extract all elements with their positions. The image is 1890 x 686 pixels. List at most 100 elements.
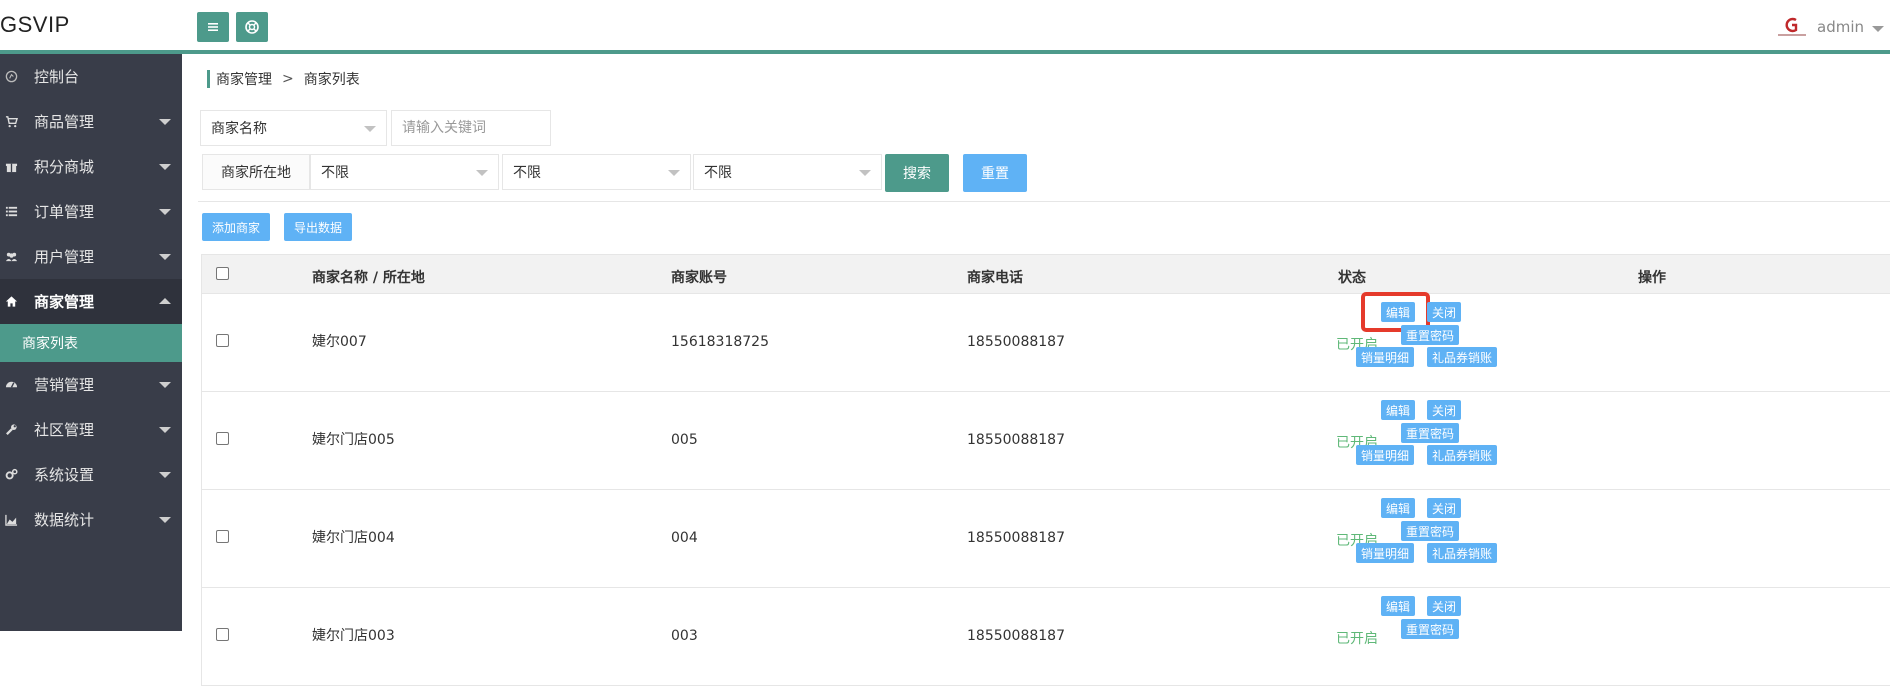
merchant-name: 婕尔门店004	[312, 530, 395, 546]
sidebar-item-orders[interactable]: 订单管理	[0, 189, 182, 234]
row-checkbox[interactable]	[216, 530, 229, 543]
row-actions: 编辑 关闭 重置密码 销量明细 礼品券销账	[1356, 392, 1620, 490]
lifebuoy-icon	[245, 20, 259, 34]
edit-button[interactable]: 编辑	[1381, 302, 1416, 322]
brand-logo-icon	[1778, 17, 1806, 36]
caret-down-icon	[159, 254, 171, 260]
close-button[interactable]: 关闭	[1427, 302, 1462, 322]
voucher-writeoff-button[interactable]: 礼品券销账	[1427, 445, 1498, 465]
refresh-button[interactable]	[236, 12, 268, 42]
search-button[interactable]: 搜索	[885, 154, 949, 192]
sales-detail-button[interactable]: 销量明细	[1356, 543, 1415, 563]
caret-down-icon	[159, 164, 171, 170]
sales-detail-button[interactable]: 销量明细	[1356, 445, 1415, 465]
sidebar-item-label: 系统设置	[34, 466, 95, 484]
sidebar-item-label: 商品管理	[34, 113, 95, 131]
voucher-writeoff-button[interactable]: 礼品券销账	[1427, 347, 1498, 367]
province-value: 不限	[321, 165, 349, 181]
table-row: 婕尔门店003 003 18550088187 已开启 编辑 关闭 重置密码	[201, 588, 1890, 686]
keyword-input[interactable]	[391, 110, 551, 146]
app-logo: GSVIP	[0, 12, 70, 37]
select-all-checkbox[interactable]	[216, 267, 229, 280]
top-header: GSVIP admin	[0, 0, 1890, 54]
city-value: 不限	[513, 165, 541, 181]
home-icon	[4, 295, 18, 309]
province-select[interactable]: 不限	[310, 154, 499, 190]
search-field-value: 商家名称	[211, 121, 267, 137]
reset-password-button[interactable]: 重置密码	[1401, 423, 1460, 443]
reset-password-button[interactable]: 重置密码	[1401, 325, 1460, 345]
area-chart-icon	[4, 513, 18, 527]
sidebar-item-users[interactable]: 用户管理	[0, 234, 182, 279]
chevron-down-icon	[1872, 25, 1884, 32]
table-row: 婕尔门店004 004 18550088187 已开启 编辑 关闭 重置密码 销…	[201, 490, 1890, 588]
sidebar-item-label: 用户管理	[34, 248, 95, 266]
close-button[interactable]: 关闭	[1427, 498, 1462, 518]
export-data-button[interactable]: 导出数据	[284, 213, 352, 241]
reset-password-button[interactable]: 重置密码	[1401, 521, 1460, 541]
caret-down-icon	[159, 209, 171, 215]
breadcrumb-separator: >	[282, 71, 294, 87]
search-field-select[interactable]: 商家名称	[200, 110, 387, 146]
merchant-name: 婕尔门店005	[312, 432, 395, 448]
sidebar-item-products[interactable]: 商品管理	[0, 99, 182, 144]
district-select[interactable]: 不限	[693, 154, 882, 190]
sidebar-item-community[interactable]: 社区管理	[0, 407, 182, 452]
row-checkbox[interactable]	[216, 432, 229, 445]
caret-down-icon	[159, 119, 171, 125]
sidebar-item-label: 营销管理	[34, 376, 95, 394]
menu-toggle-button[interactable]	[197, 12, 229, 42]
wrench-icon	[4, 423, 18, 437]
merchant-phone: 18550088187	[967, 432, 1065, 448]
sidebar-item-statistics[interactable]: 数据统计	[0, 497, 182, 542]
row-checkbox[interactable]	[216, 334, 229, 347]
sidebar-item-merchants[interactable]: 商家管理	[0, 279, 182, 324]
user-avatar	[1775, 14, 1809, 40]
edit-button[interactable]: 编辑	[1381, 596, 1416, 616]
sidebar-item-label: 社区管理	[34, 421, 95, 439]
edit-button[interactable]: 编辑	[1381, 498, 1416, 518]
column-header-status: 状态	[1338, 270, 1366, 286]
row-checkbox[interactable]	[216, 628, 229, 641]
district-value: 不限	[704, 165, 732, 181]
sidebar-item-settings[interactable]: 系统设置	[0, 452, 182, 497]
chevron-down-icon	[668, 170, 680, 176]
sidebar-subitem-merchant-list[interactable]: 商家列表	[0, 324, 182, 362]
merchant-name: 婕尔007	[312, 334, 367, 350]
hamburger-icon	[208, 23, 218, 31]
merchant-account: 005	[671, 432, 698, 448]
reset-password-button[interactable]: 重置密码	[1401, 619, 1460, 639]
list-icon	[4, 205, 18, 219]
table-row: 婕尔门店005 005 18550088187 已开启 编辑 关闭 重置密码 销…	[201, 392, 1890, 490]
breadcrumb-current: 商家列表	[303, 72, 360, 88]
edit-button[interactable]: 编辑	[1381, 400, 1416, 420]
merchant-account: 15618318725	[671, 334, 769, 350]
close-button[interactable]: 关闭	[1427, 596, 1462, 616]
voucher-writeoff-button[interactable]: 礼品券销账	[1427, 543, 1498, 563]
table-row: 婕尔007 15618318725 18550088187 已开启 编辑 关闭 …	[201, 292, 1890, 392]
caret-down-icon	[159, 472, 171, 478]
city-select[interactable]: 不限	[502, 154, 691, 190]
dashboard-icon	[4, 378, 18, 392]
sidebar-item-label: 商家管理	[34, 293, 95, 311]
sidebar-item-label: 积分商城	[34, 158, 95, 176]
column-header-account: 商家账号	[671, 270, 727, 286]
breadcrumb-parent[interactable]: 商家管理	[216, 69, 272, 89]
sidebar-item-label: 订单管理	[34, 203, 95, 221]
user-menu[interactable]: admin	[1775, 12, 1890, 42]
merchant-phone: 18550088187	[967, 334, 1065, 350]
sales-detail-button[interactable]: 销量明细	[1356, 347, 1415, 367]
caret-up-icon	[159, 298, 171, 304]
chevron-down-icon	[364, 126, 376, 132]
sidebar-item-console[interactable]: 控制台	[0, 54, 182, 99]
sidebar-item-marketing[interactable]: 营销管理	[0, 362, 182, 407]
reset-button[interactable]: 重置	[963, 154, 1027, 192]
row-actions: 编辑 关闭 重置密码	[1360, 588, 1620, 686]
close-button[interactable]: 关闭	[1427, 400, 1462, 420]
column-header-actions: 操作	[1638, 270, 1666, 286]
sidebar-item-points-mall[interactable]: 积分商城	[0, 144, 182, 189]
add-merchant-button[interactable]: 添加商家	[202, 213, 270, 241]
caret-down-icon	[159, 517, 171, 523]
table-header: 商家名称 / 所在地 商家账号 商家电话 状态 操作	[201, 255, 1890, 294]
sidebar: 控制台 商品管理 积分商城 订单管理 用户管理 商家管理 商家列表 营销管理 社…	[0, 54, 182, 631]
